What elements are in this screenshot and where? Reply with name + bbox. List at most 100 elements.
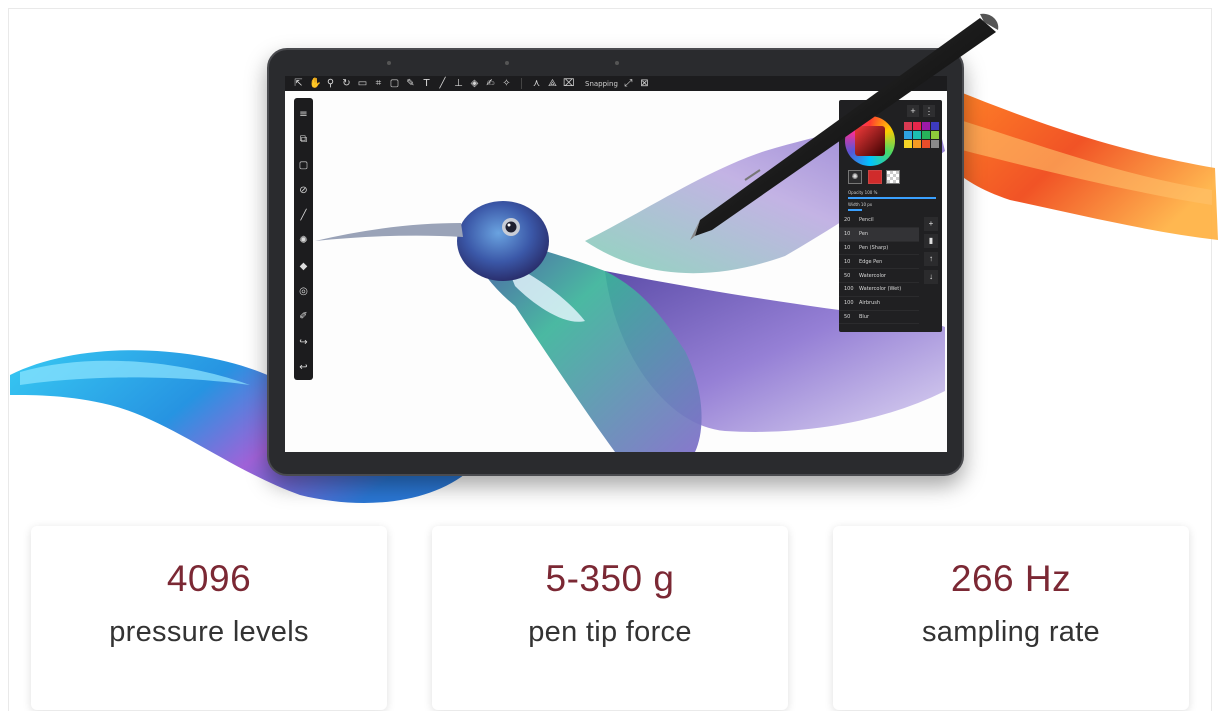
color-swatches — [904, 122, 939, 148]
stat-card-pressure: 4096 pressure levels — [31, 526, 387, 710]
text-icon[interactable]: T — [421, 78, 432, 89]
brush-name: Watercolor (Wet) — [859, 286, 902, 293]
brush-size: 10 — [844, 258, 851, 265]
color-swatch[interactable] — [922, 131, 930, 139]
brush-name: Pencil — [859, 217, 874, 224]
brush-name: Edge Pen — [859, 258, 883, 265]
brush-name: Watercolor — [859, 272, 886, 279]
brush-list-item[interactable]: 50 Watercolor — [839, 269, 919, 283]
brush-name: Pen (Sharp) — [859, 244, 889, 251]
color-swatch[interactable] — [922, 122, 930, 130]
undo-icon[interactable]: ↩ — [294, 355, 313, 380]
bird-head — [457, 201, 549, 281]
line-icon[interactable]: ╱ — [437, 78, 448, 89]
brush-list-item[interactable]: 10 Pen — [839, 227, 919, 242]
width-label: Width 10 px — [848, 202, 873, 207]
brush-name: Blur — [859, 313, 870, 320]
pen-icon[interactable]: ✎ — [405, 78, 416, 89]
layers-icon[interactable]: ◆ — [294, 254, 313, 279]
add-swatch-button[interactable]: + — [907, 105, 919, 117]
brush-size: 50 — [844, 272, 851, 279]
brush-list-item[interactable]: 10 Edge Pen — [839, 255, 919, 270]
redo-icon[interactable]: ↪ — [294, 329, 313, 354]
camera-icon[interactable]: ▭ — [357, 78, 368, 89]
menu-icon[interactable]: ≡ — [294, 102, 313, 127]
color-swatch[interactable] — [922, 140, 930, 148]
brush-list-item[interactable]: 100 Watercolor (Wet) — [839, 283, 919, 297]
stat-label: pressure levels — [109, 616, 309, 648]
smudge-icon[interactable]: ✍ — [485, 78, 496, 89]
brush-name: Airbrush — [859, 300, 881, 307]
color-swatch[interactable] — [931, 122, 939, 130]
move-up-icon[interactable]: ↑ — [924, 252, 938, 266]
stat-value: 266 Hz — [950, 558, 1072, 599]
tablet-screen: ⇱ ✋ ⚲ ↻ ▭ ⌗ ▢ ✎ T ╱ ⊥ ◈ ✍ ✧ ⋏ ⟁ ⌧ Snappi… — [285, 76, 947, 452]
brush-name: Pen — [859, 231, 869, 238]
bird-beak — [315, 223, 463, 241]
brush-panel: + ⋮ ✺ Opacity 100 % Width 10 px 20 Pencil… — [839, 100, 942, 332]
swatch-menu-button[interactable]: ⋮ — [923, 105, 935, 117]
opacity-label: Opacity 100 % — [848, 190, 878, 195]
zoom-icon[interactable]: ⚲ — [325, 78, 336, 89]
snap-options-icon[interactable]: ⤢ — [623, 78, 634, 89]
brush-list-item[interactable]: 20 Pencil — [839, 214, 919, 228]
brush-size: 20 — [844, 217, 851, 224]
palette-icon[interactable]: ✺ — [848, 170, 862, 184]
new-layer-icon[interactable]: ⧉ — [294, 127, 313, 152]
color-swatch[interactable] — [931, 131, 939, 139]
stat-value: 5-350 g — [545, 558, 675, 599]
brush-icon[interactable]: ╱ — [294, 203, 313, 228]
no-entry-icon[interactable]: ⊘ — [294, 178, 313, 203]
delete-brush-icon[interactable]: ▮ — [924, 234, 938, 248]
color-swatch[interactable] — [913, 122, 921, 130]
color-swatch[interactable] — [913, 131, 921, 139]
color-swatch[interactable] — [904, 122, 912, 130]
tablet-device: ⇱ ✋ ⚲ ↻ ▭ ⌗ ▢ ✎ T ╱ ⊥ ◈ ✍ ✧ ⋏ ⟁ ⌧ Snappi… — [267, 48, 964, 476]
snapping-label[interactable]: Snapping — [585, 80, 618, 88]
palette-icon[interactable]: ✺ — [294, 228, 313, 253]
rect-select-icon[interactable]: ▢ — [389, 78, 400, 89]
brush-list-item[interactable]: 100 Airbrush — [839, 297, 919, 311]
add-brush-button[interactable]: + — [924, 217, 938, 231]
color-wheel[interactable] — [845, 116, 895, 166]
secondary-color-chip[interactable] — [886, 170, 900, 184]
stat-label: sampling rate — [922, 616, 1100, 648]
color-swatch[interactable] — [931, 140, 939, 148]
brush-size: 100 — [844, 286, 854, 293]
width-slider[interactable] — [848, 209, 862, 211]
eyedropper-icon[interactable]: ✐ — [294, 304, 313, 329]
brush-size: 50 — [844, 313, 851, 320]
brush-list-item[interactable]: 10 Pen (Sharp) — [839, 242, 919, 256]
perspective-icon[interactable]: ⟁ — [547, 78, 558, 89]
transform-icon[interactable]: ⌗ — [373, 78, 384, 89]
opacity-slider[interactable] — [848, 197, 936, 199]
color-swatch[interactable] — [904, 140, 912, 148]
app-top-toolbar: ⇱ ✋ ⚲ ↻ ▭ ⌗ ▢ ✎ T ╱ ⊥ ◈ ✍ ✧ ⋏ ⟁ ⌧ Snappi… — [285, 76, 947, 91]
brush-size: 100 — [844, 300, 854, 307]
primary-color-chip[interactable] — [868, 170, 882, 184]
timer-icon[interactable]: ◎ — [294, 279, 313, 304]
stat-card-force: 5-350 g pen tip force — [432, 526, 788, 710]
symmetry-icon[interactable]: ⋏ — [531, 78, 542, 89]
select-icon[interactable]: ⇱ — [293, 78, 304, 89]
stat-value: 4096 — [166, 558, 252, 599]
snap-grid-icon[interactable]: ⊠ — [639, 78, 650, 89]
brush-list: 20 Pencil 10 Pen 10 Pen (Sharp) 10 Edge Pen 50 Wa… — [839, 214, 919, 325]
move-down-icon[interactable]: ↓ — [924, 270, 938, 284]
toolbar-divider — [521, 78, 522, 89]
rotate-icon[interactable]: ↻ — [341, 78, 352, 89]
mesh-icon[interactable]: ⌧ — [563, 78, 575, 89]
app-side-toolbar: ≡ ⧉ ▢ ⊘ ╱ ✺ ◆ ◎ ✐ ↪ ↩ — [294, 98, 313, 380]
color-swatch[interactable] — [913, 140, 921, 148]
stamp-icon[interactable]: ⊥ — [453, 78, 464, 89]
color-swatch[interactable] — [904, 131, 912, 139]
brush-list-item[interactable]: 50 Blur — [839, 311, 919, 325]
brush-size: 10 — [844, 231, 851, 238]
canvas-icon[interactable]: ▢ — [294, 153, 313, 178]
hero-illustration: ⇱ ✋ ⚲ ↻ ▭ ⌗ ▢ ✎ T ╱ ⊥ ◈ ✍ ✧ ⋏ ⟁ ⌧ Snappi… — [0, 0, 1220, 510]
eraser-icon[interactable]: ◈ — [469, 78, 480, 89]
camera-dot — [615, 61, 619, 65]
stat-label: pen tip force — [528, 616, 692, 648]
pin-icon[interactable]: ✧ — [501, 78, 512, 89]
hand-icon[interactable]: ✋ — [309, 78, 321, 89]
